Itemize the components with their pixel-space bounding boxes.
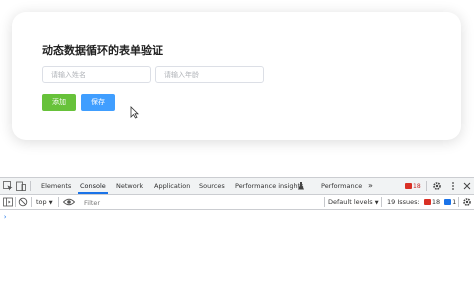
log-levels-dropdown[interactable]: Default levels ▼: [328, 195, 379, 210]
device-toolbar-icon[interactable]: [16, 181, 26, 191]
gear-icon[interactable]: [462, 197, 472, 207]
error-icon: [423, 199, 431, 205]
tab-performance[interactable]: Performance: [321, 178, 362, 194]
more-tabs-button[interactable]: »: [368, 178, 373, 194]
divider: [31, 197, 32, 207]
issues-label: 19 Issues:: [387, 198, 420, 206]
divider: [30, 181, 31, 191]
chevron-down-icon: ▼: [374, 200, 379, 206]
tab-sources[interactable]: Sources: [199, 178, 225, 194]
chevron-down-icon: ▼: [48, 200, 53, 206]
console-prompt[interactable]: ›: [3, 213, 7, 221]
context-selector[interactable]: top ▼: [36, 195, 53, 210]
tab-console[interactable]: Console: [78, 178, 108, 194]
clear-console-icon[interactable]: [18, 197, 28, 207]
divider: [15, 197, 16, 207]
divider: [324, 197, 325, 207]
issues-counter[interactable]: 19 Issues: 18 1: [387, 195, 456, 210]
flask-icon: [298, 182, 304, 190]
divider: [381, 197, 382, 207]
eye-icon[interactable]: [63, 197, 75, 207]
tab-application[interactable]: Application: [154, 178, 190, 194]
devtools-panel: Elements Console Network Application Sou…: [0, 177, 474, 305]
name-input[interactable]: [42, 66, 151, 83]
divider: [426, 181, 427, 191]
divider: [58, 197, 59, 207]
tab-elements[interactable]: Elements: [41, 178, 71, 194]
issues-info-count: 1: [452, 198, 457, 206]
error-count-badge[interactable]: 18: [403, 182, 423, 191]
kebab-menu-icon[interactable]: [448, 181, 458, 191]
age-input[interactable]: [155, 66, 264, 83]
form-card: 动态数据循环的表单验证 添加 保存: [12, 12, 461, 140]
inspect-element-icon[interactable]: [3, 181, 13, 191]
tab-network[interactable]: Network: [116, 178, 143, 194]
error-count: 18: [413, 183, 421, 190]
divider: [458, 197, 459, 207]
close-icon[interactable]: [462, 181, 472, 191]
console-toolbar: top ▼ Default levels ▼ 19 Issues: 18 1: [0, 195, 474, 210]
filter-input[interactable]: [80, 197, 322, 208]
add-button[interactable]: 添加: [42, 94, 76, 111]
mouse-cursor-icon: [130, 106, 139, 119]
gear-icon[interactable]: [432, 181, 442, 191]
error-icon: [405, 183, 412, 189]
tab-performance-insights[interactable]: Performance insights: [235, 178, 304, 194]
issues-error-count: 18: [431, 198, 441, 206]
levels-label: Default levels: [328, 198, 373, 206]
devtools-tabbar: Elements Console Network Application Sou…: [0, 178, 474, 195]
context-label: top: [36, 198, 47, 206]
form-title: 动态数据循环的表单验证: [42, 44, 163, 57]
save-button[interactable]: 保存: [81, 94, 115, 111]
page-area: 动态数据循环的表单验证 添加 保存: [0, 0, 474, 177]
info-icon: [444, 199, 452, 205]
sidebar-toggle-icon[interactable]: [3, 197, 13, 207]
